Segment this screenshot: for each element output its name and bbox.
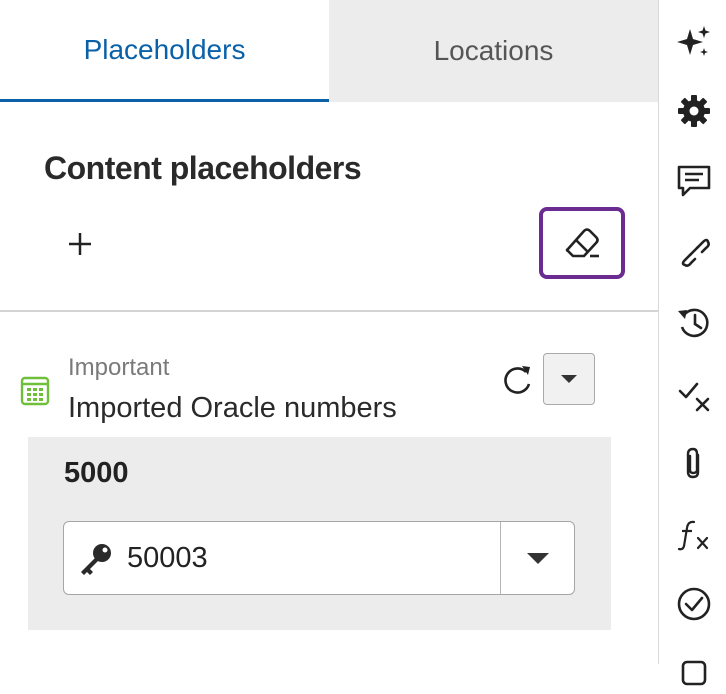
functions-button[interactable]: [673, 514, 715, 556]
tab-locations[interactable]: Locations: [329, 0, 658, 102]
caret-down-icon: [527, 552, 549, 564]
add-placeholder-button[interactable]: [60, 222, 100, 266]
refresh-button[interactable]: [498, 362, 536, 400]
review-button[interactable]: [673, 375, 715, 417]
refresh-icon: [504, 366, 531, 394]
history-button[interactable]: [673, 302, 715, 344]
caret-down-icon: [561, 375, 577, 383]
key-value: 50003: [127, 542, 208, 574]
placeholders-panel: Placeholders Locations Content placehold…: [0, 0, 658, 664]
tab-placeholders[interactable]: Placeholders: [0, 0, 329, 102]
check-x-icon: [678, 382, 710, 412]
section-divider: [0, 310, 658, 312]
gear-icon: [678, 95, 710, 127]
history-icon: [678, 308, 709, 338]
approvals-button[interactable]: [673, 583, 715, 625]
partial-icon: [681, 660, 707, 686]
links-button[interactable]: [673, 230, 715, 272]
comment-icon: [677, 165, 711, 197]
key-select[interactable]: 50003: [63, 521, 575, 595]
placeholder-value-box: 5000 50003: [28, 437, 611, 630]
settings-button[interactable]: [673, 90, 715, 132]
section-title: Content placeholders: [44, 150, 362, 186]
eraser-icon: [565, 228, 599, 258]
panel-tabs: Placeholders Locations: [0, 0, 658, 102]
placeholder-category: Important: [68, 354, 170, 381]
sparkle-icon: [677, 26, 710, 56]
check-circle-icon: [677, 587, 711, 621]
paperclip-icon: [686, 447, 700, 479]
key-select-arrow[interactable]: [501, 522, 575, 594]
placeholder-title: Imported Oracle numbers: [68, 392, 397, 424]
link-icon: [681, 238, 710, 267]
placeholder-menu-button[interactable]: [543, 353, 595, 405]
ai-assist-button[interactable]: [673, 21, 715, 63]
function-icon: [677, 520, 709, 551]
right-toolbar: [658, 0, 726, 686]
comments-button[interactable]: [673, 160, 715, 202]
value-label: 5000: [64, 457, 129, 489]
plus-icon: [69, 233, 91, 255]
more-tools-button[interactable]: [673, 652, 715, 694]
clear-placeholders-button[interactable]: [539, 207, 625, 279]
spreadsheet-icon: [20, 376, 50, 406]
key-icon: [81, 544, 111, 575]
attachments-button[interactable]: [673, 443, 715, 485]
